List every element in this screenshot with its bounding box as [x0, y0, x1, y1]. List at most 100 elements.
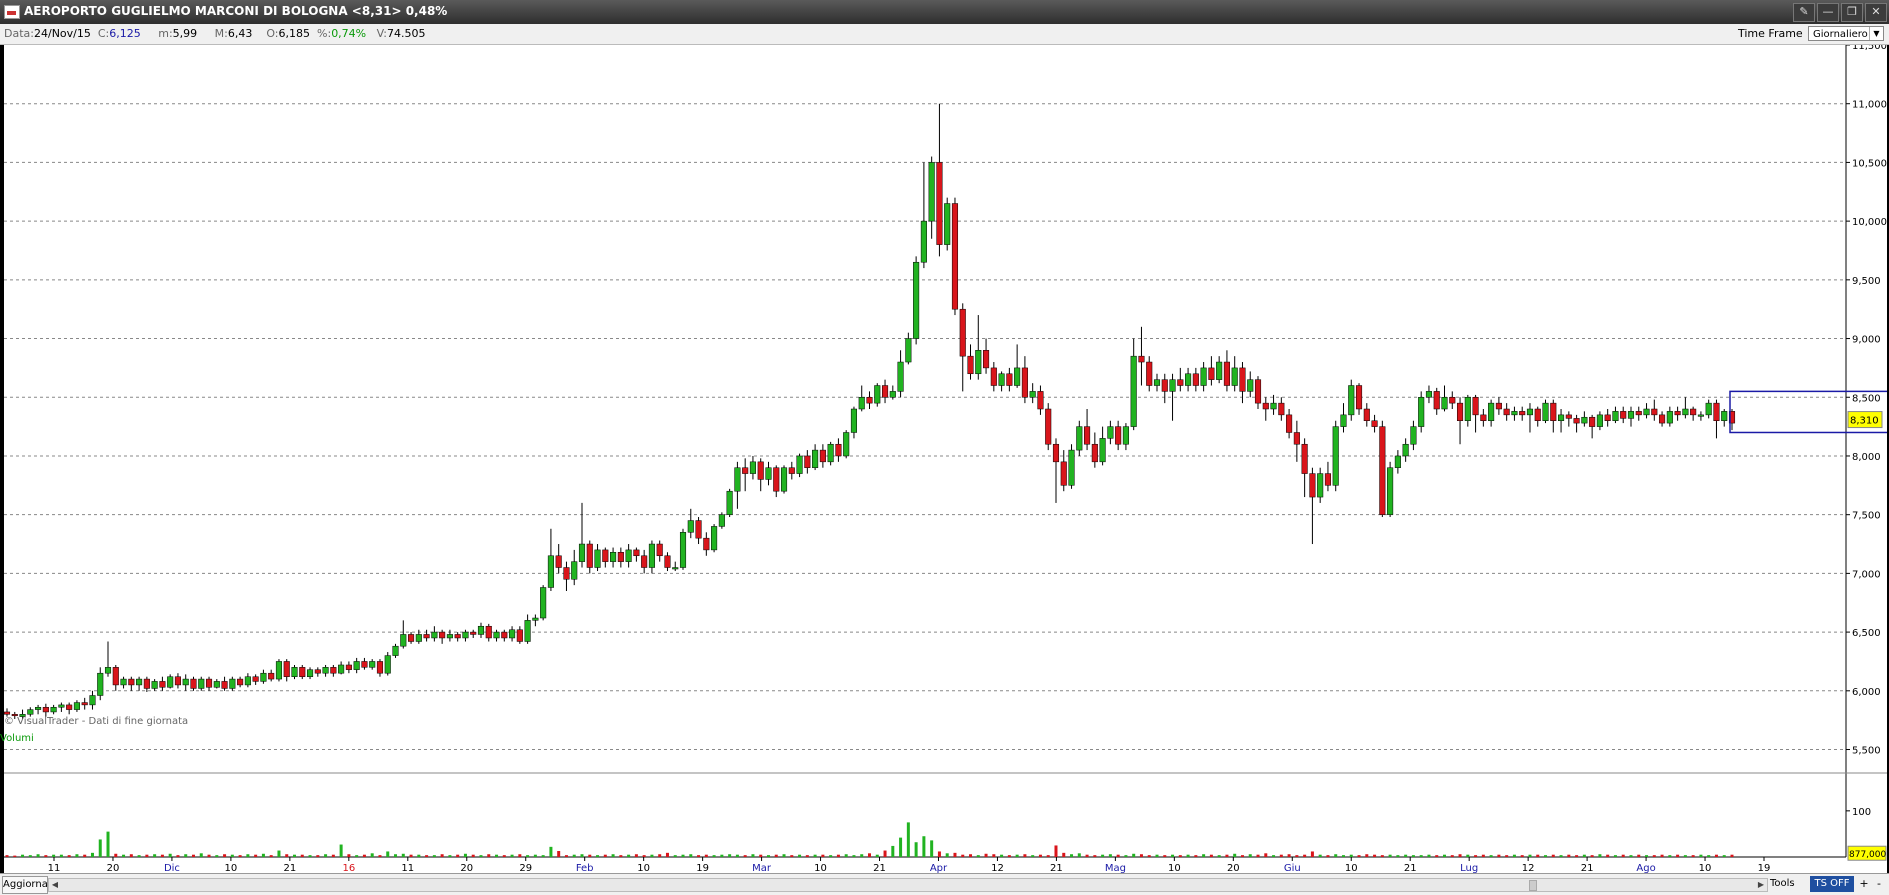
candle-down: [516, 629, 523, 642]
date-label: Data:: [4, 27, 34, 40]
zoom-in-button[interactable]: +: [1857, 876, 1871, 892]
candle-up: [920, 220, 927, 263]
volume-bar: [720, 854, 724, 857]
candle-down: [221, 681, 228, 689]
candle-up: [338, 664, 345, 674]
x-tick-label: 10: [1699, 863, 1712, 873]
candle-up: [1596, 414, 1603, 427]
scroll-thumb[interactable]: [1529, 880, 1537, 891]
candle-down: [66, 704, 73, 710]
candle-down: [819, 449, 826, 463]
volume-bar: [1023, 854, 1027, 857]
candle-down: [1604, 414, 1611, 421]
volume-bar: [1427, 854, 1431, 857]
scroll-left-icon[interactable]: ◀: [49, 879, 61, 891]
candle-up: [578, 543, 586, 562]
candle-down: [1161, 379, 1168, 392]
minimize-button[interactable]: —: [1817, 3, 1839, 22]
zoom-out-button[interactable]: -: [1872, 876, 1886, 892]
timeframe-select[interactable]: Giornaliero ▼: [1808, 26, 1884, 41]
volume-bar: [1645, 855, 1649, 857]
volume-bar: [844, 854, 848, 857]
date-value: 24/Nov/15: [33, 27, 91, 40]
scroll-right-icon[interactable]: ▶: [1755, 879, 1767, 891]
candle-down: [1309, 473, 1316, 498]
volume-bar: [36, 854, 40, 857]
candle-down: [159, 681, 166, 688]
candle-up: [889, 391, 896, 398]
volume-bar: [782, 854, 786, 857]
volume-bar: [611, 854, 615, 857]
x-tick-label: Lug: [1460, 863, 1478, 873]
volume-bar: [199, 853, 203, 857]
volume-bar: [1124, 855, 1128, 857]
candle-up: [796, 455, 803, 474]
volume-bar: [386, 851, 390, 857]
volume-bar: [114, 853, 118, 857]
candle-up: [1130, 355, 1137, 427]
x-tick-label: 12: [1522, 863, 1535, 873]
candle-up: [780, 467, 788, 492]
copyright-note: © VisualTrader - Dati di fine giornata: [4, 716, 189, 727]
volume-bar: [1668, 855, 1672, 857]
candle-up: [1200, 367, 1207, 386]
volume-bar: [246, 854, 250, 857]
volume-bar: [953, 852, 957, 857]
y-tick-label: 5,500: [1852, 746, 1881, 757]
candle-down: [1449, 397, 1456, 404]
volume-bar: [5, 855, 9, 857]
last-volume-label: 877,000: [1849, 850, 1886, 860]
candle-down: [1620, 411, 1627, 419]
volume-bar: [1404, 854, 1408, 857]
volume-bar: [153, 854, 157, 857]
volume-bar: [1722, 855, 1726, 857]
candle-up: [843, 432, 850, 457]
max-value: 6,43: [227, 27, 253, 40]
candle-down: [1006, 373, 1013, 386]
candle-up: [1185, 373, 1192, 386]
candle-up: [1425, 391, 1433, 398]
candlestick-chart[interactable]: 5,500 6,000 6,500 7,000 7,500 8,000 8,500 9,000…: [4, 45, 1887, 873]
candle-up: [594, 549, 601, 568]
volume-bar: [564, 855, 568, 857]
candle-up: [1721, 411, 1728, 421]
candle-down: [1115, 426, 1122, 445]
volume-bar: [13, 855, 17, 857]
candle-up: [353, 661, 360, 670]
ts-off-button[interactable]: TS OFF: [1810, 876, 1854, 892]
candle-down: [1254, 379, 1262, 404]
volume-bar: [207, 854, 211, 857]
horizontal-scrollbar[interactable]: ◀ ▶: [48, 878, 1768, 892]
volume-bar: [1334, 854, 1338, 857]
maximize-button[interactable]: ❐: [1841, 3, 1863, 22]
volume-bar: [401, 853, 405, 857]
vol-label: V:: [376, 27, 387, 40]
volume-bar: [75, 854, 79, 857]
candle-down: [190, 678, 197, 689]
edit-icon[interactable]: ✎: [1793, 3, 1815, 22]
chevron-down-icon[interactable]: ▼: [1869, 27, 1883, 40]
candle-down: [439, 631, 446, 639]
volume-bar: [1031, 855, 1035, 857]
candle-down: [959, 308, 966, 357]
chart-panel[interactable]: 5,500 6,000 6,500 7,000 7,500 8,000 8,500 9,000…: [4, 45, 1887, 873]
volume-bar: [184, 854, 188, 857]
refresh-button[interactable]: Aggiorna: [2, 876, 48, 894]
candle-up: [975, 350, 982, 375]
candle-down: [563, 567, 570, 580]
candle-down: [1589, 416, 1596, 427]
volume-bar: [495, 854, 499, 857]
volume-bar: [168, 853, 172, 857]
candle-down: [788, 467, 795, 474]
y-tick-label: 7,500: [1852, 511, 1881, 522]
volume-bar: [339, 844, 343, 857]
volume-bar: [852, 855, 856, 857]
volume-bar: [1000, 854, 1004, 857]
volume-bar: [59, 854, 63, 857]
candle-down: [143, 678, 150, 689]
volume-bar: [1691, 855, 1695, 857]
candle-down: [174, 676, 181, 686]
tools-button[interactable]: Tools: [1770, 876, 1795, 892]
candle-up: [1076, 426, 1083, 451]
close-button[interactable]: ✕: [1865, 3, 1887, 22]
